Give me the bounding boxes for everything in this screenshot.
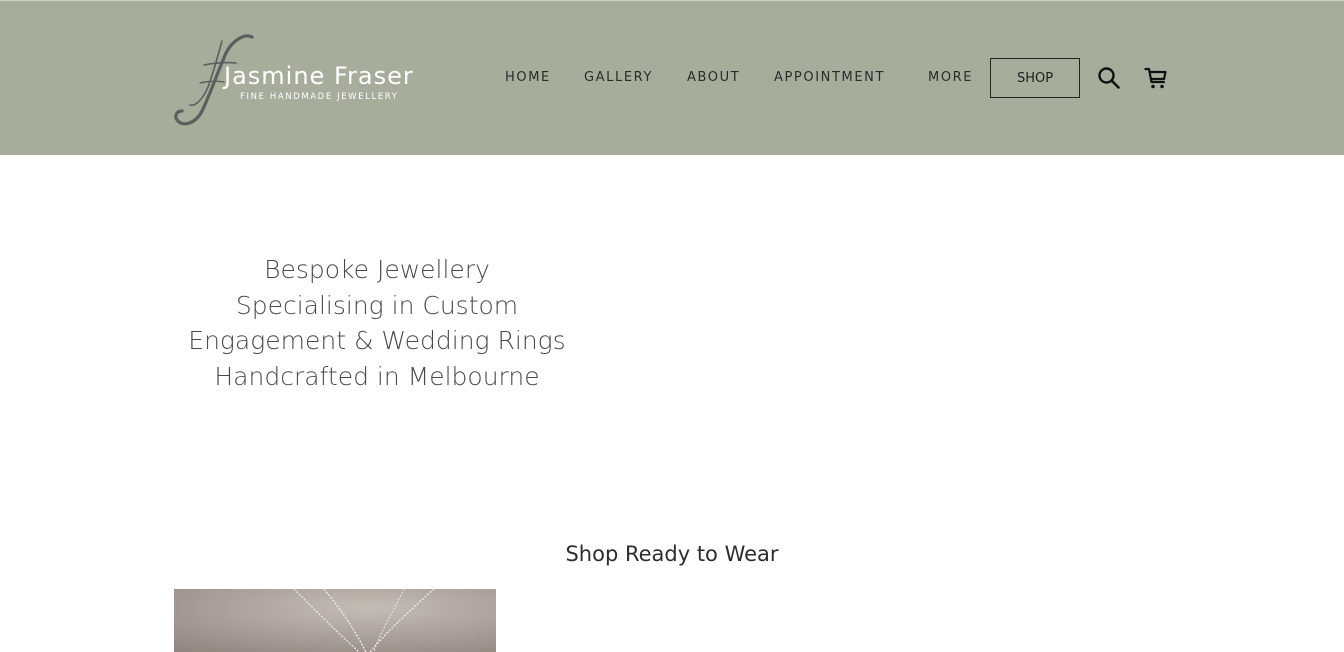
necklace-photo-icon [174,589,496,652]
nav-item-about[interactable]: ABOUT [687,70,740,86]
nav-item-appointment[interactable]: APPOINTMENT [774,70,885,86]
brand-logo[interactable]: Jasmine Fraser FINE HANDMADE JEWELLERY [174,31,436,127]
shop-button[interactable]: SHOP [990,58,1080,98]
brand-name: Jasmine Fraser [224,62,414,90]
nav-item-home[interactable]: HOME [505,70,551,86]
shop-section-title: Shop Ready to Wear [565,542,779,566]
hero-line: Engagement & Wedding Rings [188,326,566,355]
cart-icon[interactable] [1144,66,1168,90]
product-image[interactable] [174,589,496,652]
site-header: Jasmine Fraser FINE HANDMADE JEWELLERY H… [0,0,1344,155]
brand-tagline: FINE HANDMADE JEWELLERY [240,92,399,102]
search-icon[interactable] [1097,66,1121,90]
hero-heading: Bespoke Jewellery Specialising in Custom… [174,252,580,394]
hero-line: Handcrafted in Melbourne [214,361,540,391]
nav-item-more[interactable]: MORE [928,70,973,86]
hero-line: Specialising in Custom [235,290,519,320]
hero-line: Bespoke Jewellery [264,255,490,284]
nav-item-gallery[interactable]: GALLERY [584,70,653,86]
